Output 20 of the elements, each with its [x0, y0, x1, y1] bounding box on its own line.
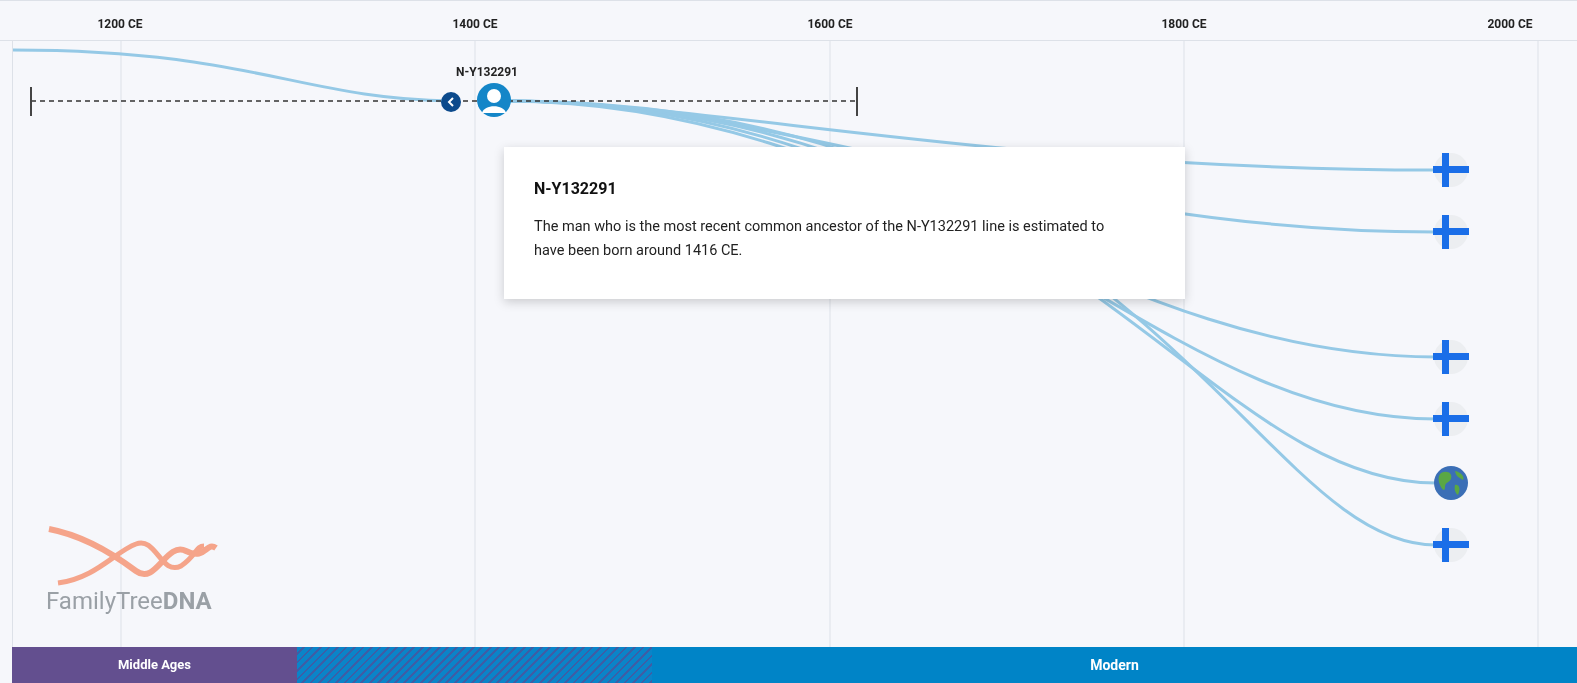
axis-label: 1600 CE [807, 16, 853, 33]
finland-flag-icon [1433, 401, 1469, 437]
era-band: Middle Ages [12, 647, 297, 683]
node-label: N-Y132291 [456, 64, 518, 81]
logo-text: FamilyTreeDNA [46, 586, 212, 616]
person-avatar-icon[interactable] [476, 82, 512, 118]
axis-label: 1200 CE [97, 16, 143, 33]
finland-flag-icon [1433, 339, 1469, 375]
axis-label: 1400 CE [452, 16, 498, 33]
axis-label: 2000 CE [1487, 16, 1533, 33]
chevron-left-icon [447, 97, 455, 107]
era-band: Modern [652, 647, 1577, 683]
finland-flag-icon [1433, 214, 1469, 250]
back-button[interactable] [441, 92, 461, 112]
finland-flag-icon [1433, 527, 1469, 563]
globe-icon [1433, 465, 1469, 501]
axis-label: 1800 CE [1161, 16, 1207, 33]
tooltip-title: N-Y132291 [534, 178, 618, 200]
finland-flag-icon [1433, 152, 1469, 188]
tooltip-text: The man who is the most recent common ancestor of the N-Y132291 line is estimated to have been born around 1416 CE. [534, 217, 1106, 261]
